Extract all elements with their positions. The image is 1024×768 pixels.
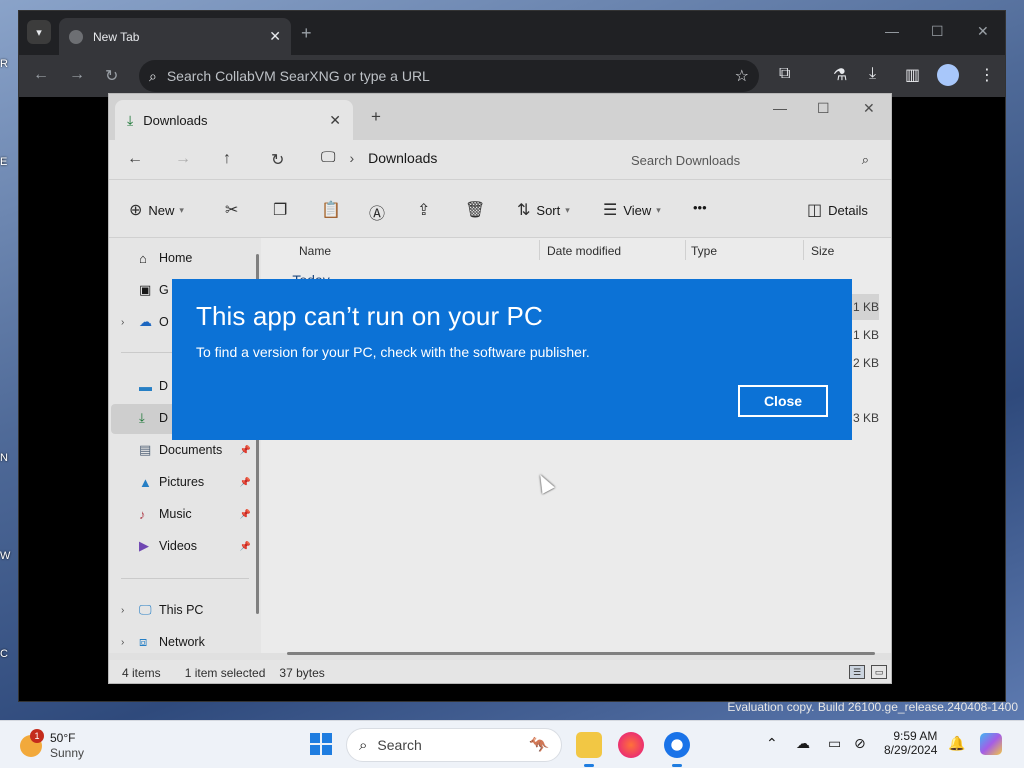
windows-logo-icon: [310, 745, 320, 755]
windows-logo-icon: [322, 733, 332, 743]
file-explorer-taskbar-icon[interactable]: [576, 732, 602, 758]
chrome-taskbar-icon[interactable]: [664, 732, 690, 758]
tab-search-chevron-icon[interactable]: ▾: [27, 20, 51, 44]
start-button[interactable]: [310, 733, 332, 755]
search-icon: ⌕: [149, 67, 157, 84]
extensions-puzzle-icon[interactable]: ⧉: [779, 65, 790, 83]
active-app-indicator: [672, 764, 682, 767]
downloads-icon[interactable]: ⤓: [869, 65, 876, 83]
close-tab-icon[interactable]: ✕: [269, 28, 281, 45]
display-icon[interactable]: ▭: [828, 735, 841, 752]
taskbar-search-label: Search: [377, 737, 422, 753]
notification-bell-icon[interactable]: 🔔: [948, 735, 965, 752]
close-button[interactable]: Close: [738, 385, 828, 417]
desktop-icon-label-edge: R: [0, 58, 8, 70]
evaluation-watermark: Evaluation copy. Build 26100.ge_release.…: [727, 700, 1018, 714]
desktop-icon-label-edge: C: [0, 648, 8, 660]
new-tab-plus-icon[interactable]: +: [301, 23, 312, 44]
notification-badge: 1: [30, 729, 44, 743]
firefox-taskbar-icon[interactable]: [618, 732, 644, 758]
desktop-icon-label-edge: W: [0, 550, 11, 562]
windows-logo-icon: [322, 745, 332, 755]
browser-tabstrip: ▾ New Tab ✕ + — ☐ ✕: [19, 11, 1005, 55]
weather-condition: Sunny: [50, 746, 85, 760]
copilot-icon[interactable]: [980, 733, 1002, 755]
desktop-icon-label-edge: N: [0, 452, 8, 464]
app-cant-run-dialog: This app can’t run on your PC To find a …: [172, 279, 852, 440]
weather-temperature: 50°F: [50, 731, 76, 745]
omnibox[interactable]: ⌕ Search CollabVM SearXNG or type a URL …: [139, 60, 759, 92]
menu-kebab-icon[interactable]: ⋮: [979, 65, 995, 85]
clock-date: 8/29/2024: [884, 743, 938, 757]
search-highlight-art-icon: 🦘: [529, 737, 549, 754]
browser-tab-title: New Tab: [93, 29, 140, 44]
weather-widget[interactable]: 1 50°F Sunny: [20, 729, 140, 761]
browser-tab-new-tab[interactable]: New Tab ✕: [59, 18, 291, 55]
clock-time: 9:59 AM: [893, 729, 938, 743]
dialog-title: This app can’t run on your PC: [196, 301, 543, 331]
cloud-offline-icon[interactable]: ☁: [796, 735, 810, 752]
omnibox-placeholder: Search CollabVM SearXNG or type a URL: [166, 68, 430, 84]
back-arrow-icon[interactable]: ←: [33, 66, 49, 84]
show-hidden-icons-chevron-icon[interactable]: ⌃: [766, 735, 778, 752]
active-app-indicator: [584, 764, 594, 767]
taskbar: 1 50°F Sunny ⌕ Search 🦘 ⌃ ☁ ▭ ⊘ 9:59 AM …: [0, 720, 1024, 768]
browser-toolbar: ← → ↻ ⌕ Search CollabVM SearXNG or type …: [19, 55, 1005, 97]
desktop-icon-label-edge: E: [0, 156, 8, 168]
globe-icon: [69, 29, 83, 44]
dialog-message: To find a version for your PC, check wit…: [196, 344, 590, 360]
reload-icon[interactable]: ↻: [105, 66, 118, 86]
clock[interactable]: 9:59 AM 8/29/2024: [884, 729, 937, 757]
search-icon: ⌕: [359, 736, 368, 754]
taskbar-search[interactable]: ⌕ Search 🦘: [346, 728, 562, 762]
profile-avatar-icon[interactable]: [937, 64, 959, 86]
labs-flask-icon[interactable]: ⚗: [833, 65, 847, 85]
maximize-icon[interactable]: ☐: [931, 23, 944, 40]
forward-arrow-icon[interactable]: →: [69, 66, 85, 84]
network-status-icon[interactable]: ⊘: [854, 735, 866, 752]
close-window-icon[interactable]: ✕: [977, 23, 989, 40]
side-panel-icon[interactable]: ▥: [905, 65, 920, 85]
minimize-icon[interactable]: —: [885, 23, 899, 39]
bookmark-star-icon[interactable]: ☆: [735, 66, 749, 86]
windows-logo-icon: [310, 733, 320, 743]
